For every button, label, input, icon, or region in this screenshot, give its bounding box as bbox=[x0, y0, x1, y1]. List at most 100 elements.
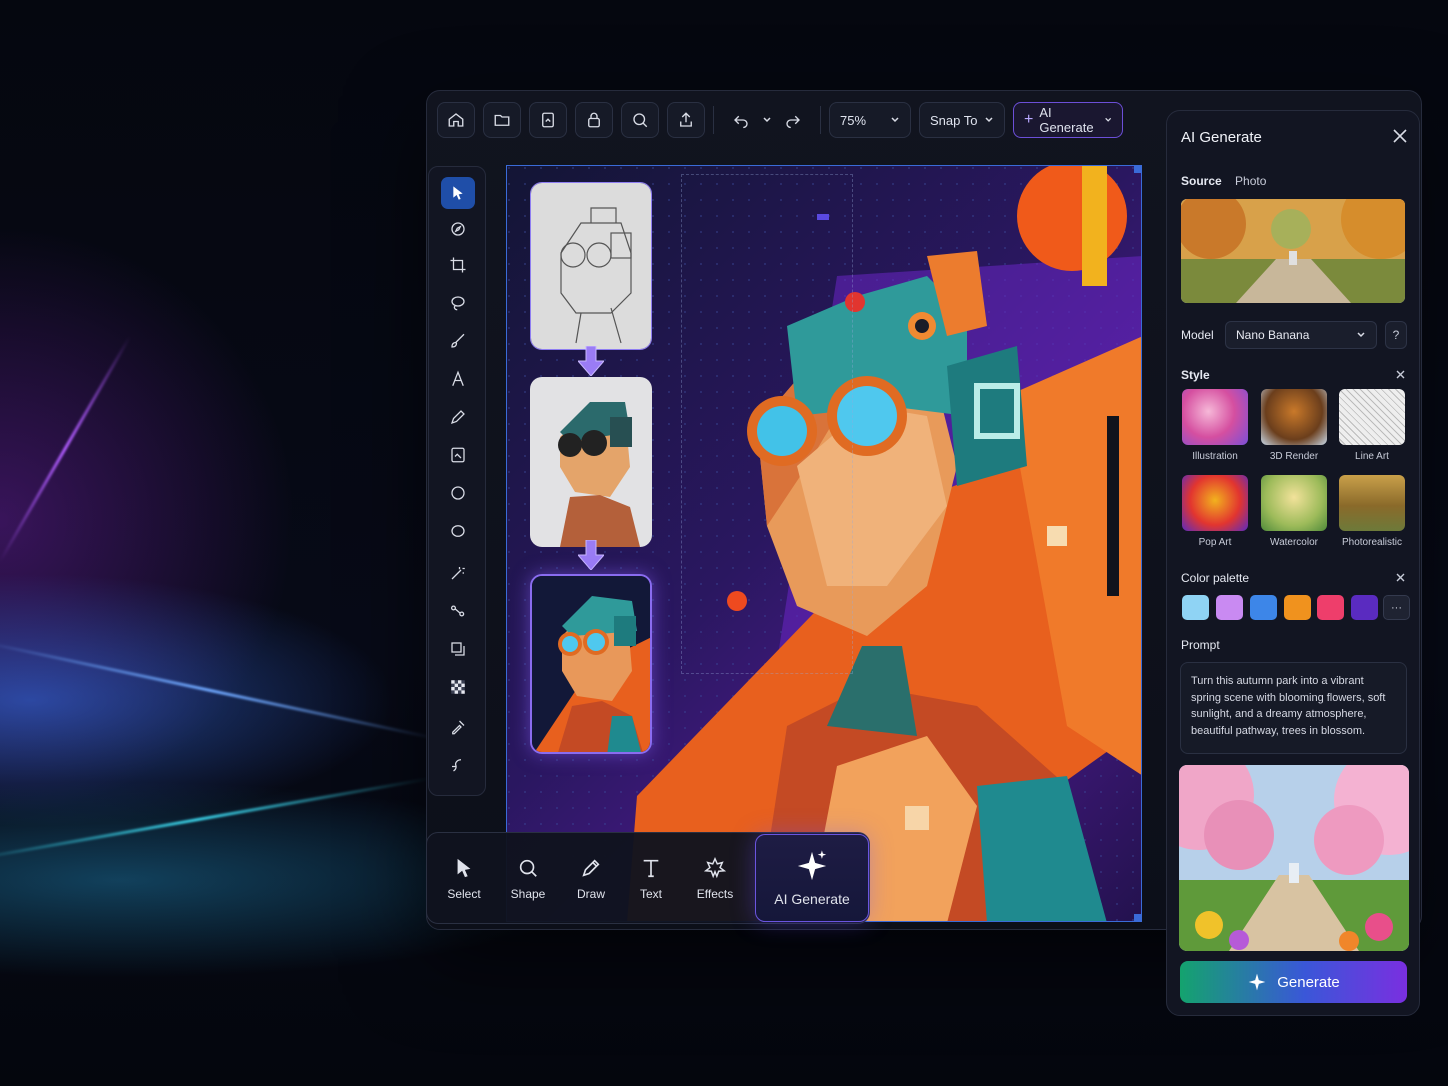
undo-redo-group bbox=[722, 102, 812, 138]
tool-sidebar bbox=[428, 166, 486, 796]
folder-icon bbox=[494, 114, 510, 126]
style-name: Photorealistic bbox=[1341, 537, 1403, 548]
save-button[interactable] bbox=[529, 102, 567, 138]
ai-generate-top-button[interactable]: + AI Generate bbox=[1013, 102, 1123, 138]
palette-more-button[interactable]: ··· bbox=[1383, 595, 1410, 620]
source-photo[interactable] bbox=[1181, 199, 1405, 303]
bottom-tool-effects[interactable]: Effects bbox=[684, 841, 746, 917]
model-help-button[interactable]: ? bbox=[1385, 321, 1407, 349]
tool-layers[interactable] bbox=[441, 633, 475, 665]
color-palette-label: Color palette bbox=[1181, 571, 1250, 585]
chevron-down-icon[interactable] bbox=[762, 115, 772, 125]
clear-style-icon[interactable] bbox=[1396, 370, 1405, 379]
selection-handle[interactable] bbox=[1134, 914, 1141, 921]
arrow-down-icon bbox=[578, 540, 604, 570]
style-option-pop-art[interactable]: Pop Art bbox=[1182, 475, 1248, 548]
tool-node[interactable] bbox=[441, 595, 475, 627]
tool-select[interactable] bbox=[441, 177, 475, 209]
style-name: Illustration bbox=[1192, 451, 1238, 462]
style-option-watercolor[interactable]: Watercolor bbox=[1261, 475, 1327, 548]
generate-label: Generate bbox=[1277, 973, 1340, 991]
bottom-tool-shape[interactable]: Shape bbox=[497, 841, 559, 917]
smudge-icon bbox=[452, 759, 462, 772]
zoom-tool-button[interactable] bbox=[621, 102, 659, 138]
generated-result-image[interactable] bbox=[1179, 765, 1409, 951]
share-button[interactable] bbox=[667, 102, 705, 138]
magnifier-icon bbox=[633, 113, 648, 128]
bottom-tool-text[interactable]: Text bbox=[620, 841, 682, 917]
tool-eyedropper[interactable] bbox=[441, 711, 475, 743]
tool-magic-wand[interactable] bbox=[441, 557, 475, 589]
close-icon[interactable] bbox=[1393, 129, 1407, 143]
selection-handle[interactable] bbox=[1134, 166, 1141, 173]
bottom-tool-draw[interactable]: Draw bbox=[560, 841, 622, 917]
lock-icon bbox=[588, 112, 600, 128]
compass-icon bbox=[451, 222, 465, 236]
chevron-down-icon bbox=[1104, 117, 1111, 122]
tool-brush[interactable] bbox=[441, 325, 475, 357]
light-streak bbox=[0, 335, 132, 563]
model-label: Model bbox=[1181, 328, 1214, 342]
final-portrait-image bbox=[532, 576, 650, 752]
chevron-down-icon bbox=[891, 117, 899, 123]
thumbnail-final[interactable] bbox=[530, 574, 652, 754]
text-icon bbox=[452, 370, 464, 386]
toolbar-divider bbox=[820, 106, 821, 134]
source-label: Source bbox=[1181, 174, 1222, 188]
crop-icon bbox=[450, 257, 466, 273]
bottom-tool-select[interactable]: Select bbox=[433, 841, 495, 917]
redo-icon[interactable] bbox=[784, 111, 802, 129]
model-select[interactable]: Nano Banana bbox=[1225, 321, 1377, 349]
style-thumb bbox=[1182, 475, 1248, 531]
open-folder-button[interactable] bbox=[483, 102, 521, 138]
style-name: Watercolor bbox=[1270, 537, 1318, 548]
circle-icon bbox=[451, 486, 465, 500]
tool-adjust[interactable] bbox=[441, 213, 475, 245]
thumbnail-rendered[interactable] bbox=[530, 377, 652, 547]
palette-swatch[interactable] bbox=[1284, 595, 1311, 620]
tool-transparency[interactable] bbox=[441, 671, 475, 703]
tool-pen[interactable] bbox=[441, 401, 475, 433]
style-name: 3D Render bbox=[1269, 451, 1319, 462]
light-streak bbox=[0, 776, 433, 863]
bottom-tool-ai-generate[interactable]: AI Generate bbox=[755, 834, 869, 922]
palette-swatch[interactable] bbox=[1216, 595, 1243, 620]
style-option-photorealistic[interactable]: Photorealistic bbox=[1339, 475, 1405, 548]
style-option-line-art[interactable]: Line Art bbox=[1339, 389, 1405, 462]
prompt-textarea[interactable]: Turn this autumn park into a vibrant spr… bbox=[1180, 662, 1407, 754]
magnifier-icon bbox=[519, 859, 537, 877]
snap-to-select[interactable]: Snap To bbox=[919, 102, 1005, 138]
source-tab-photo[interactable]: Photo bbox=[1235, 174, 1266, 188]
style-option-illustration[interactable]: Illustration bbox=[1182, 389, 1248, 462]
style-option-3d-render[interactable]: 3D Render bbox=[1261, 389, 1327, 462]
bottom-tool-label: Shape bbox=[510, 887, 546, 901]
clear-palette-icon[interactable] bbox=[1396, 573, 1405, 582]
zoom-select[interactable]: 75% bbox=[829, 102, 911, 138]
home-button[interactable] bbox=[437, 102, 475, 138]
tool-text[interactable] bbox=[441, 363, 475, 395]
tool-smudge[interactable] bbox=[441, 749, 475, 781]
plus-icon: + bbox=[1024, 111, 1034, 128]
bottom-tool-label: Effects bbox=[696, 887, 734, 901]
bottom-tool-label: AI Generate bbox=[774, 891, 850, 907]
palette-swatch[interactable] bbox=[1182, 595, 1209, 620]
tool-shape[interactable] bbox=[441, 515, 475, 547]
source-row: Source Photo bbox=[1181, 174, 1266, 188]
palette-swatch[interactable] bbox=[1250, 595, 1277, 620]
tool-lasso[interactable] bbox=[441, 287, 475, 319]
palette-swatch[interactable] bbox=[1351, 595, 1378, 620]
tool-crop[interactable] bbox=[441, 249, 475, 281]
lasso-icon bbox=[451, 296, 465, 311]
style-name: Line Art bbox=[1355, 451, 1389, 462]
spring-park-image bbox=[1179, 765, 1409, 951]
undo-icon[interactable] bbox=[732, 111, 750, 129]
tool-image[interactable] bbox=[441, 439, 475, 471]
panel-title: AI Generate bbox=[1181, 129, 1262, 146]
export-button[interactable] bbox=[575, 102, 613, 138]
tool-ellipse[interactable] bbox=[441, 477, 475, 509]
pen-icon bbox=[450, 410, 465, 425]
generate-button[interactable]: Generate bbox=[1180, 961, 1407, 1003]
style-thumb bbox=[1261, 475, 1327, 531]
thumbnail-sketch[interactable] bbox=[530, 182, 652, 350]
palette-swatch[interactable] bbox=[1317, 595, 1344, 620]
